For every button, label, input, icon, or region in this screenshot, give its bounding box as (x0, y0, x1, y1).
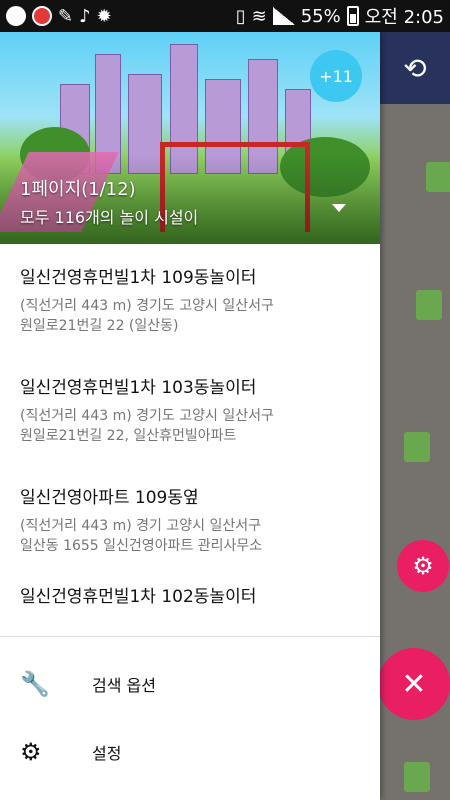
bug-icon: ✹ (96, 5, 112, 27)
bell-icon: ♪ (79, 5, 91, 27)
gear-icon: ⚙ (20, 738, 42, 766)
menu-item-settings[interactable]: ⚙ 설정 (0, 718, 380, 786)
wrench-icon: 🔧 (20, 670, 50, 698)
list-item[interactable]: 일신건영휴먼빌1차 109동놀이터 (직선거리 443 m) 경기도 고양시 일… (0, 244, 380, 354)
chevron-down-icon[interactable] (332, 204, 346, 212)
list-item[interactable]: 일신건영휴먼빌1차 102동놀이터 (0, 574, 380, 636)
page-indicator: 1페이지(1/12) (20, 179, 136, 200)
playground-marker[interactable] (416, 290, 442, 320)
refresh-search-icon[interactable]: ⟲ (403, 52, 426, 85)
signal-icon (272, 7, 295, 25)
wifi-icon: ≋ (251, 5, 267, 27)
gear-icon: ⚙ (412, 552, 434, 580)
drawer-header: +11 1페이지(1/12) 모두 116개의 놀이 시설이 (0, 32, 380, 244)
close-icon: ✕ (401, 666, 427, 702)
playground-marker[interactable] (426, 162, 450, 192)
system-indicators: ▯ ≋ 55% 오전 2:05 (236, 3, 444, 29)
map-settings-button[interactable]: ⚙ (397, 540, 449, 592)
total-count-text: 모두 116개의 놀이 시설이 (20, 208, 199, 227)
list-item[interactable]: 일신건영아파트 109동옆 (직선거리 443 m) 경기 고양시 일산서구 일… (0, 464, 380, 574)
app-notification-icon (6, 6, 26, 26)
more-count-badge: +11 (310, 50, 362, 102)
playground-marker[interactable] (404, 762, 430, 792)
battery-icon (346, 6, 359, 26)
close-button[interactable]: ✕ (378, 648, 450, 720)
mute-icon: ✎ (58, 5, 74, 27)
navigation-drawer: +11 1페이지(1/12) 모두 116개의 놀이 시설이 일신건영휴먼빌1차… (0, 32, 380, 800)
message-notification-icon (32, 6, 52, 26)
list-item[interactable]: 일신건영휴먼빌1차 103동놀이터 (직선거리 443 m) 경기도 고양시 일… (0, 354, 380, 464)
app-bar: ⟲ (380, 32, 450, 104)
battery-percent: 55% (300, 5, 341, 27)
playground-list: 일신건영휴먼빌1차 109동놀이터 (직선거리 443 m) 경기도 고양시 일… (0, 244, 380, 636)
playground-marker[interactable] (404, 432, 430, 462)
notification-icons: ✎ ♪ ✹ (6, 6, 112, 27)
vibrate-icon: ▯ (235, 5, 246, 27)
clock: 오전 2:05 (364, 7, 444, 28)
menu-item-search-options[interactable]: 🔧 검색 옵션 (0, 650, 380, 718)
drawer-menu: 🔧 검색 옵션 ⚙ 설정 (0, 650, 380, 786)
status-bar: ✎ ♪ ✹ ▯ ≋ 55% 오전 2:05 (0, 0, 450, 32)
menu-divider (0, 636, 380, 637)
